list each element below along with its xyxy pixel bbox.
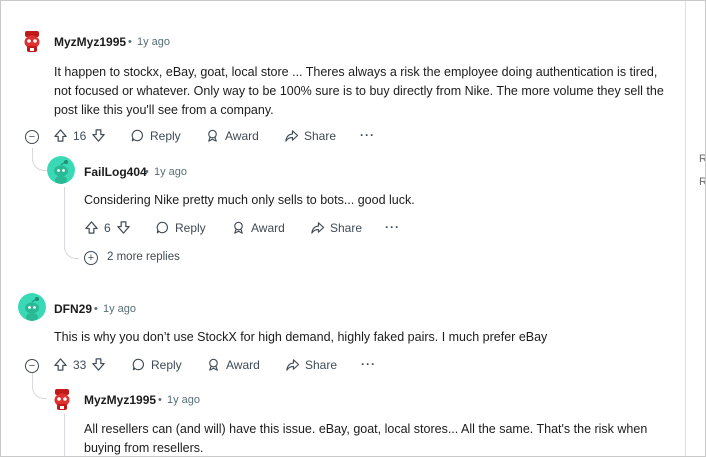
reply-label: Reply <box>150 128 181 143</box>
separator: • <box>158 394 162 406</box>
downvote-icon[interactable] <box>91 357 106 372</box>
award-button[interactable]: Award <box>205 128 259 143</box>
more-options-icon: ··· <box>385 220 400 234</box>
share-label: Share <box>304 128 337 143</box>
award-icon <box>209 358 218 371</box>
comment-age: 1y ago <box>154 166 188 178</box>
award-label: Award <box>226 357 260 372</box>
more-options-icon: ··· <box>361 357 376 371</box>
thread-connector <box>32 373 47 399</box>
collapse-icon[interactable]: − <box>25 130 39 144</box>
vote-control: 6 <box>84 220 131 235</box>
reply-label: Reply <box>175 220 206 235</box>
avatar-green-snoo-icon <box>47 156 75 184</box>
vote-count: 33 <box>73 357 87 372</box>
reply-button[interactable]: Reply <box>130 128 181 143</box>
collapse-icon[interactable]: − <box>25 359 39 373</box>
avatar-red-snoo-icon <box>18 27 46 55</box>
reply-button[interactable]: Reply <box>131 357 182 372</box>
reply-icon <box>131 129 143 142</box>
downvote-icon[interactable] <box>91 128 106 143</box>
comment-body: All resellers can (and will) have this i… <box>84 422 648 455</box>
vote-control: 33 <box>53 357 106 372</box>
right-rail <box>685 1 705 456</box>
award-button[interactable]: Award <box>231 220 285 235</box>
reply-icon <box>156 221 168 234</box>
comment-age: 1y ago <box>137 36 171 48</box>
thread-line <box>64 414 65 456</box>
vote-count: 16 <box>73 128 87 143</box>
comment-author[interactable]: MyzMyz1995 <box>54 35 126 49</box>
separator: • <box>145 166 149 178</box>
reply-label: Reply <box>151 357 182 372</box>
avatar[interactable] <box>48 385 76 413</box>
upvote-icon[interactable] <box>53 357 68 372</box>
award-label: Award <box>251 220 285 235</box>
thread-connector <box>32 148 47 171</box>
separator: • <box>128 36 132 48</box>
comment-author[interactable]: MyzMyz1995 <box>84 393 156 407</box>
vote-control: 16 <box>53 128 106 143</box>
avatar[interactable] <box>18 293 46 321</box>
share-icon <box>286 359 300 371</box>
award-button[interactable]: Award <box>206 357 260 372</box>
more-options-button[interactable]: ··· <box>360 128 375 142</box>
share-icon <box>311 222 325 234</box>
comment-author[interactable]: DFN29 <box>54 302 92 316</box>
share-button[interactable]: Share <box>310 220 362 235</box>
rail-text-1: R <box>699 153 705 165</box>
comment-body: It happen to stockx, eBay, goat, local s… <box>54 65 664 117</box>
avatar[interactable] <box>47 156 75 184</box>
upvote-icon[interactable] <box>84 220 99 235</box>
award-label: Award <box>225 128 259 143</box>
comment-age: 1y ago <box>167 394 201 406</box>
comment-author[interactable]: FailLog404 <box>84 165 147 179</box>
thread-connector <box>64 229 79 259</box>
comment-body: Considering Nike pretty much only sells … <box>84 193 415 207</box>
award-icon <box>208 129 217 142</box>
share-label: Share <box>330 220 363 235</box>
comment-age: 1y ago <box>103 303 137 315</box>
share-icon <box>285 130 299 142</box>
more-options-button[interactable]: ··· <box>361 357 376 371</box>
avatar-red-snoo-icon <box>48 385 76 413</box>
share-button[interactable]: Share <box>284 128 336 143</box>
upvote-icon[interactable] <box>53 128 68 143</box>
more-options-button[interactable]: ··· <box>385 220 400 234</box>
expand-icon[interactable]: + <box>84 251 98 265</box>
more-options-icon: ··· <box>360 128 375 142</box>
avatar[interactable] <box>18 27 46 55</box>
rail-text-2: R <box>699 176 705 188</box>
avatar-green-snoo-icon <box>18 293 46 321</box>
reply-button[interactable]: Reply <box>155 220 206 235</box>
award-icon <box>234 221 243 234</box>
downvote-icon[interactable] <box>116 220 131 235</box>
separator: • <box>94 303 98 315</box>
more-replies-link[interactable]: 2 more replies <box>107 251 180 263</box>
reply-icon <box>132 358 144 371</box>
more-replies-label: 2 more replies <box>107 251 180 263</box>
comment-thread: R R MyzMyz1995 • 1y ago It happen to sto… <box>0 0 706 457</box>
share-label: Share <box>305 357 338 372</box>
comment-body: This is why you don’t use StockX for hig… <box>54 330 548 344</box>
vote-count: 6 <box>104 220 111 235</box>
share-button[interactable]: Share <box>285 357 337 372</box>
